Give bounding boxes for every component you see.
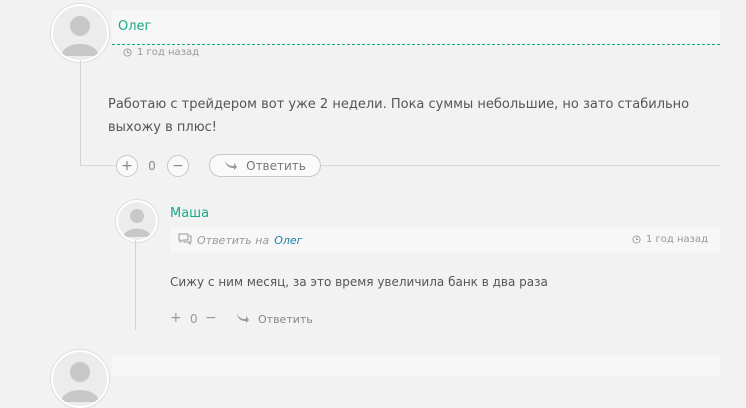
comment-time: 1 год назад xyxy=(137,47,200,58)
reply-button[interactable]: Ответить xyxy=(236,312,313,326)
avatar xyxy=(51,4,109,62)
vote-down-button[interactable]: − xyxy=(167,155,189,177)
avatar xyxy=(116,200,158,242)
vote-up-button[interactable]: + xyxy=(170,310,182,326)
comment-author[interactable]: Олег xyxy=(118,19,151,34)
reply-label: Ответить xyxy=(246,158,306,173)
vote-count: 0 xyxy=(148,159,156,173)
comment-time: 1 год назад xyxy=(645,234,708,245)
reply-to-link[interactable]: Олег xyxy=(274,234,302,247)
vote-up-button[interactable]: + xyxy=(116,155,138,177)
comment-meta: 1 год назад xyxy=(632,234,708,245)
comment-text: Сижу с ним месяц, за это время увеличила… xyxy=(170,275,548,289)
reply-to-label: Ответить на xyxy=(197,234,270,247)
chat-icon xyxy=(178,233,192,248)
thread-line xyxy=(80,60,81,166)
avatar xyxy=(51,350,109,408)
clock-icon xyxy=(632,235,641,244)
comment-text: Работаю с трейдером вот уже 2 недели. По… xyxy=(108,97,690,135)
clock-icon xyxy=(123,48,132,57)
vote-count: 0 xyxy=(190,312,198,326)
comment-meta: 1 год назад xyxy=(123,47,199,58)
thread-line-horizontal xyxy=(80,165,116,166)
reply-arrow-icon xyxy=(236,312,250,326)
comment-footer-divider xyxy=(321,165,720,166)
reply-arrow-icon xyxy=(224,159,238,173)
comment-author[interactable]: Маша xyxy=(170,206,209,221)
comment-header xyxy=(112,356,720,376)
comment-header xyxy=(112,10,720,45)
thread-line xyxy=(135,240,136,330)
reply-to: Ответить на Олег xyxy=(178,233,302,248)
reply-button[interactable]: Ответить xyxy=(209,154,321,177)
reply-label: Ответить xyxy=(258,312,313,326)
vote-down-button[interactable]: − xyxy=(205,310,217,326)
